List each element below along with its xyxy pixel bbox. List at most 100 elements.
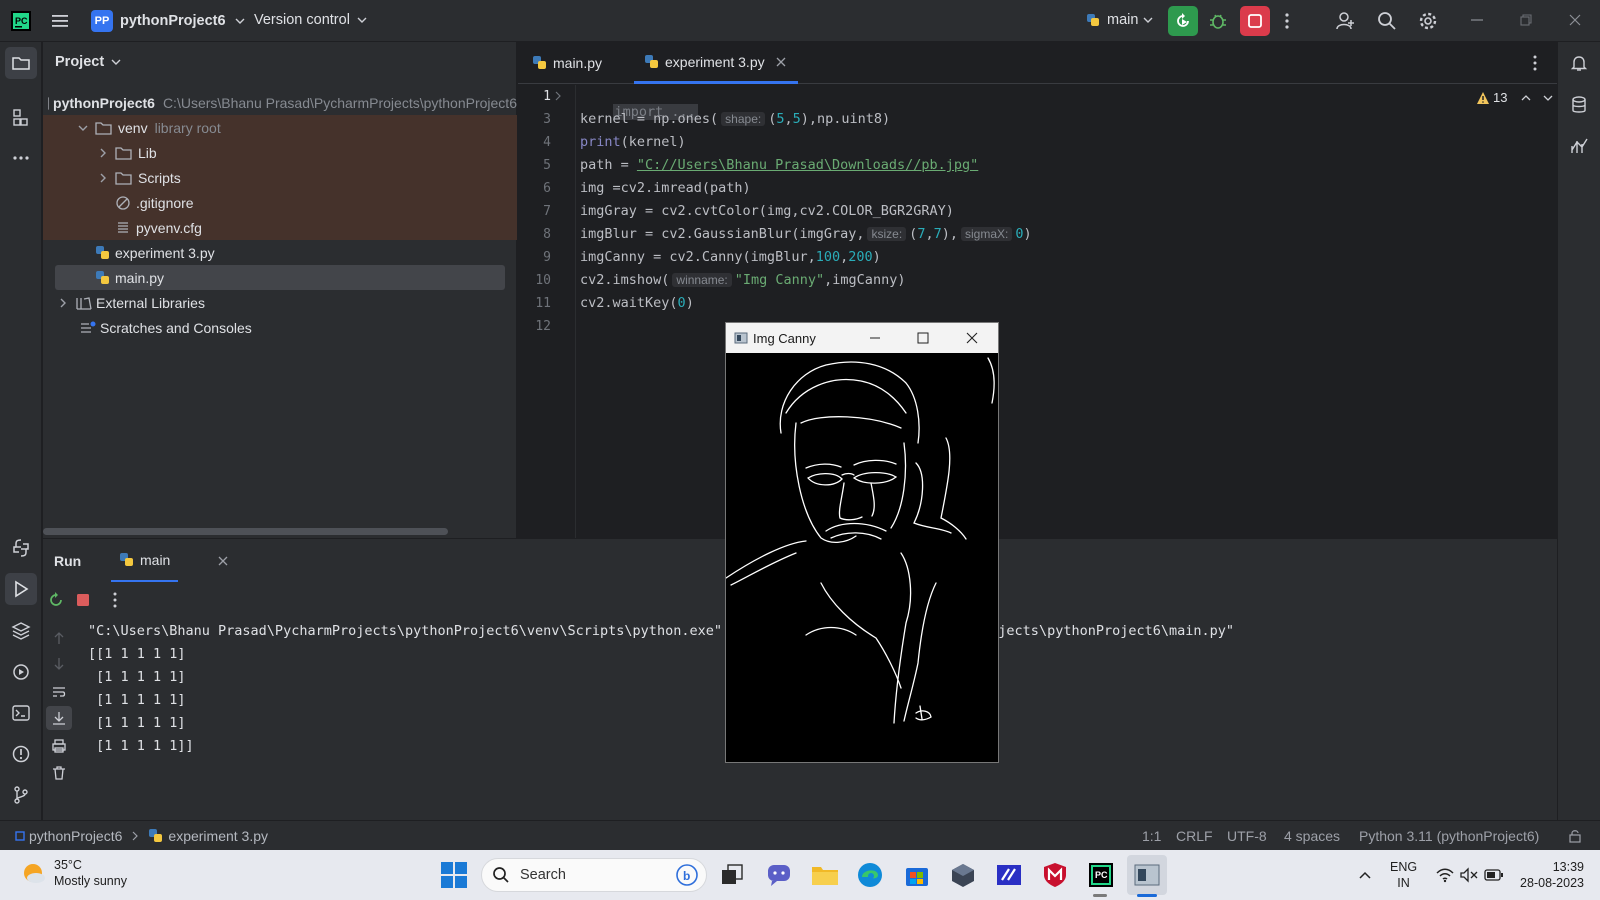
- breadcrumb-project[interactable]: pythonProject6: [29, 828, 122, 844]
- rerun-button[interactable]: [1168, 6, 1198, 36]
- input-language[interactable]: ENG IN: [1390, 859, 1417, 891]
- settings-gear-icon[interactable]: [1417, 10, 1439, 32]
- warning-icon: [1477, 91, 1489, 104]
- tree-label: experiment 3.py: [115, 244, 215, 261]
- debug-button[interactable]: [1208, 11, 1228, 31]
- scroll-down-icon[interactable]: [51, 656, 67, 672]
- trash-icon[interactable]: [51, 765, 67, 781]
- stop-icon[interactable]: [75, 592, 91, 608]
- tree-item-gitignore[interactable]: .gitignore: [43, 190, 517, 215]
- lock-icon[interactable]: [1567, 828, 1583, 844]
- more-options-icon[interactable]: [110, 591, 120, 609]
- python-file-icon: [96, 270, 109, 284]
- stop-button[interactable]: [1240, 6, 1270, 36]
- structure-icon[interactable]: [5, 102, 37, 134]
- more-actions-icon[interactable]: [1282, 11, 1292, 31]
- taskbar-search-box[interactable]: Search b: [481, 858, 707, 892]
- tree-item-main-py[interactable]: main.py: [55, 265, 505, 290]
- tree-item-external-libraries[interactable]: External Libraries: [43, 290, 517, 315]
- python-interpreter[interactable]: Python 3.11 (pythonProject6): [1359, 828, 1539, 844]
- tree-item-experiment3[interactable]: experiment 3.py: [43, 240, 517, 265]
- show-hidden-icons-chevron[interactable]: [1357, 867, 1373, 883]
- maximize-icon[interactable]: [916, 331, 930, 345]
- database-icon[interactable]: [1563, 89, 1595, 121]
- layers-icon[interactable]: [5, 615, 37, 647]
- tab-main-py[interactable]: main.py: [532, 42, 602, 84]
- tab-experiment3[interactable]: experiment 3.py: [634, 42, 798, 84]
- volume-muted-icon[interactable]: [1460, 867, 1478, 883]
- tree-item-pyvenv-cfg[interactable]: pyvenv.cfg: [43, 215, 517, 240]
- code-token: cv2.imshow(: [580, 272, 670, 288]
- breadcrumb-file[interactable]: experiment 3.py: [168, 828, 268, 844]
- weather-widget[interactable]: 35°C Mostly sunny: [20, 857, 127, 889]
- battery-icon[interactable]: [1484, 867, 1504, 883]
- chevron-up-icon[interactable]: [1519, 91, 1533, 105]
- search-icon[interactable]: [1376, 10, 1398, 32]
- file-explorer-icon[interactable]: [811, 862, 839, 888]
- fold-chevron-icon[interactable]: [552, 90, 564, 102]
- sciview-icon[interactable]: [1563, 130, 1595, 162]
- rerun-icon[interactable]: [47, 591, 65, 609]
- git-branch-icon[interactable]: [5, 779, 37, 811]
- chevron-right-icon[interactable]: [95, 170, 111, 186]
- chevron-right-icon[interactable]: [55, 295, 71, 311]
- horizontal-scrollbar[interactable]: [43, 528, 448, 535]
- pycharm-logo-icon[interactable]: PC: [10, 10, 32, 32]
- 3d-app-icon[interactable]: [950, 862, 976, 888]
- close-icon[interactable]: [965, 331, 979, 345]
- task-view-icon[interactable]: [719, 862, 745, 888]
- minimize-window-icon[interactable]: [1468, 11, 1486, 29]
- chevron-down-icon[interactable]: [1541, 91, 1555, 105]
- project-selector[interactable]: PP pythonProject6: [91, 10, 248, 32]
- close-tab-icon[interactable]: [774, 55, 788, 69]
- project-tool-folder-icon[interactable]: [5, 47, 37, 79]
- edge-browser-icon[interactable]: [857, 862, 883, 888]
- caret-position[interactable]: 1:1: [1142, 828, 1161, 844]
- file-encoding[interactable]: UTF-8: [1227, 828, 1267, 844]
- soft-wrap-icon[interactable]: [51, 684, 67, 700]
- tree-item-lib[interactable]: Lib: [43, 140, 517, 165]
- notifications-bell-icon[interactable]: [1563, 47, 1595, 79]
- scroll-up-icon[interactable]: [51, 630, 67, 646]
- run-tab-main[interactable]: main: [111, 539, 179, 583]
- mcafee-shield-icon[interactable]: [1042, 862, 1068, 888]
- vscode-like-icon[interactable]: [996, 862, 1022, 888]
- chat-icon[interactable]: [766, 862, 792, 888]
- wifi-icon[interactable]: [1436, 867, 1454, 883]
- close-window-icon[interactable]: [1566, 11, 1584, 29]
- img-window-titlebar[interactable]: Img Canny: [726, 323, 998, 353]
- code-with-me-icon[interactable]: [1335, 10, 1357, 32]
- pycharm-taskbar-icon[interactable]: PC: [1088, 862, 1114, 888]
- tree-label: main.py: [115, 269, 165, 286]
- version-control-menu[interactable]: Version control: [254, 12, 370, 28]
- clock[interactable]: 13:39 28-08-2023: [1518, 859, 1584, 891]
- windows-start-icon[interactable]: [440, 861, 468, 889]
- inspection-widget[interactable]: 13: [1476, 90, 1555, 105]
- restore-window-icon[interactable]: [1517, 11, 1535, 29]
- minimize-icon[interactable]: [868, 331, 882, 345]
- tree-item-project-root[interactable]: pythonProject6 C:\Users\Bhanu Prasad\Pyc…: [43, 90, 517, 115]
- run-config-selector[interactable]: main: [1085, 12, 1156, 28]
- services-icon[interactable]: [5, 656, 37, 688]
- line-ending[interactable]: CRLF: [1176, 828, 1213, 844]
- print-icon[interactable]: [51, 738, 67, 754]
- code-token: path =: [580, 157, 637, 173]
- run-tool-icon[interactable]: [5, 573, 37, 605]
- chevron-down-icon[interactable]: [75, 120, 91, 136]
- tree-item-scratches[interactable]: Scratches and Consoles: [43, 315, 517, 340]
- code-editor[interactable]: 1 3 4 5 6 7 8 9 10 11 12 import ... kern…: [518, 85, 1557, 538]
- terminal-icon[interactable]: [5, 697, 37, 729]
- tree-item-venv[interactable]: venv library root: [43, 115, 517, 140]
- problems-icon[interactable]: [5, 738, 37, 770]
- editor-options-icon[interactable]: [1530, 42, 1540, 84]
- more-tools-icon[interactable]: [5, 142, 37, 174]
- tree-item-scripts[interactable]: Scripts: [43, 165, 517, 190]
- img-canny-window[interactable]: Img Canny: [725, 322, 999, 763]
- microsoft-store-icon[interactable]: [904, 862, 930, 888]
- indent-setting[interactable]: 4 spaces: [1284, 828, 1340, 844]
- chevron-right-icon[interactable]: [95, 145, 111, 161]
- close-run-tab-icon[interactable]: [216, 554, 230, 568]
- project-panel-header[interactable]: Project: [55, 54, 124, 70]
- python-packages-icon[interactable]: [5, 532, 37, 564]
- main-menu-icon[interactable]: [50, 11, 70, 31]
